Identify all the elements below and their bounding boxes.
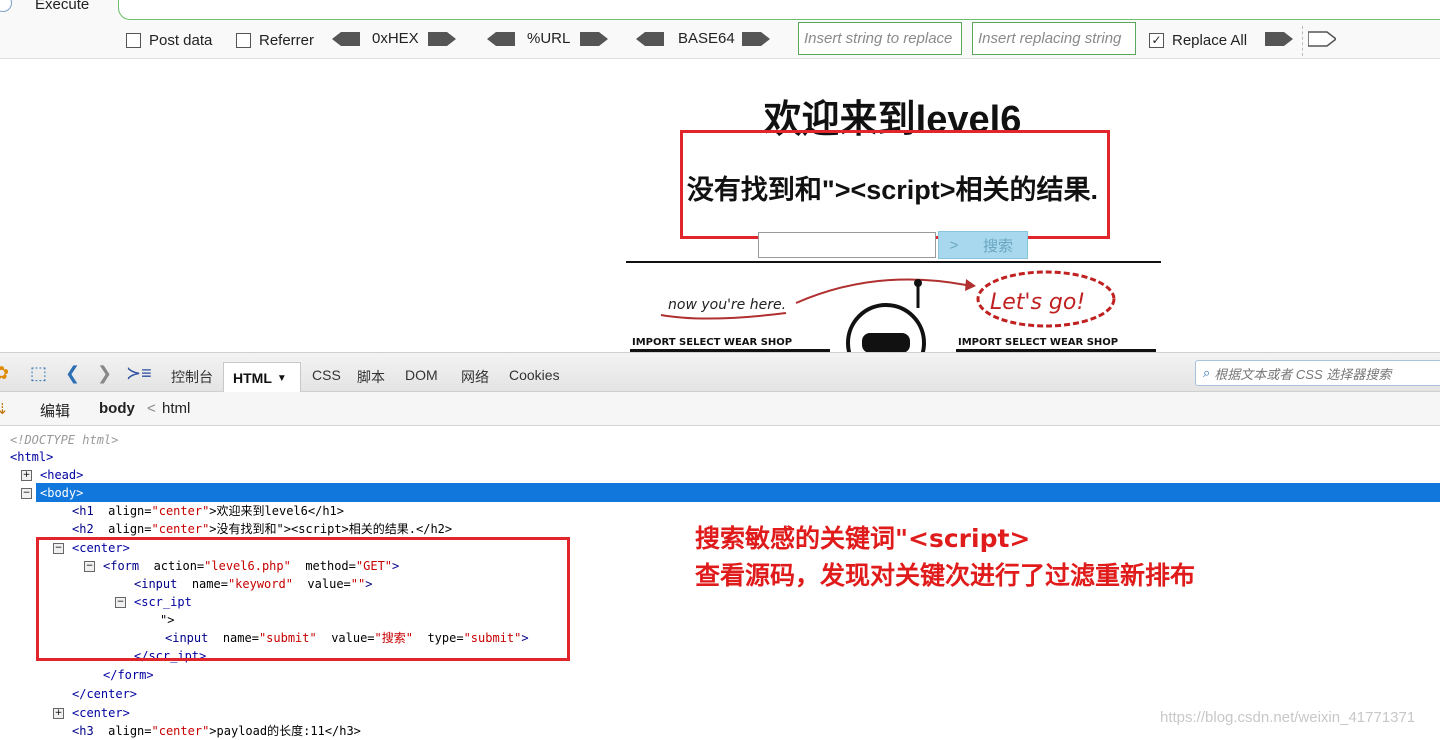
- url-textarea[interactable]: [118, 0, 1440, 20]
- tab-cookies[interactable]: Cookies: [509, 367, 560, 383]
- devtools-tab-bar: ✿ ⬚ ❮ ❯ ≻≡ 控制台 HTML ▼ CSS 脚本 DOM 网络 Cook…: [0, 352, 1440, 393]
- checkbox-icon[interactable]: [236, 32, 251, 48]
- command-line-icon[interactable]: ≻≡: [126, 363, 152, 384]
- attr-name: align=: [108, 724, 152, 738]
- referrer-checkbox[interactable]: Referrer: [236, 30, 314, 50]
- center-close-node[interactable]: </center>: [72, 685, 137, 703]
- banner-lets-go-text: Let's go!: [990, 290, 1085, 315]
- node-text: >欢迎来到level6</h1>: [209, 504, 344, 518]
- highlight-box-source: [36, 537, 570, 661]
- selected-node-highlight: [36, 483, 1440, 502]
- tag-name: <h2: [72, 522, 94, 536]
- checkbox-icon[interactable]: [126, 32, 141, 48]
- replace-all-label: Replace All: [1172, 31, 1248, 49]
- attr-value: "center": [151, 522, 210, 536]
- attr-name: align=: [108, 522, 152, 536]
- tab-network[interactable]: 网络: [461, 367, 489, 387]
- referrer-label: Referrer: [259, 31, 315, 49]
- banner-now-text: now you're here.: [668, 297, 786, 313]
- breadcrumb-bar: ⇣ 编辑 body < html: [0, 392, 1440, 426]
- attr-value: "center": [151, 504, 210, 518]
- breadcrumb-html[interactable]: html: [162, 400, 190, 417]
- toolbar-separator: [1302, 26, 1303, 56]
- highlight-box-result: [680, 130, 1110, 239]
- center-node-2[interactable]: <center>: [72, 704, 130, 722]
- url-label: %URL: [527, 30, 571, 47]
- search-placeholder: 根据文本或者 CSS 选择器搜索: [1214, 366, 1392, 382]
- expand-plus-icon[interactable]: +: [21, 470, 32, 481]
- search-icon: ⌕: [1203, 365, 1211, 380]
- breadcrumb-body[interactable]: body: [99, 400, 135, 417]
- tab-css[interactable]: CSS: [312, 367, 341, 383]
- hex-encode-arrow-icon[interactable]: [428, 31, 456, 47]
- head-node[interactable]: <head>: [40, 466, 83, 484]
- post-data-label: Post data: [149, 31, 213, 49]
- post-data-checkbox[interactable]: Post data: [126, 30, 212, 50]
- tab-html-label: HTML: [233, 370, 272, 386]
- h2-node[interactable]: <h2 align="center">没有找到和"><script>相关的结果.…: [72, 520, 452, 538]
- collapse-minus-icon[interactable]: −: [21, 488, 32, 499]
- banner-shop-right: IMPORT SELECT WEAR SHOP: [958, 337, 1118, 348]
- checkbox-checked-icon[interactable]: ✓: [1149, 32, 1164, 48]
- attr-value: "center": [151, 724, 210, 738]
- back-icon[interactable]: ❮: [65, 363, 80, 384]
- tab-console[interactable]: 控制台: [171, 367, 213, 387]
- banner-illustration: now you're here. Let's go! IMPORT SELECT…: [630, 270, 1156, 355]
- banner-shop-left: IMPORT SELECT WEAR SHOP: [632, 337, 792, 348]
- search-submit-button[interactable]: > 搜索: [938, 231, 1028, 259]
- tag-name: <h3: [72, 724, 94, 738]
- watermark: https://blog.csdn.net/weixin_41771371: [1160, 709, 1416, 726]
- base64-label: BASE64: [678, 30, 735, 47]
- html-node[interactable]: <html>: [10, 448, 53, 466]
- dom-tree-panel: <!DOCTYPE html> <html> + <head> − <body>…: [0, 426, 1440, 740]
- replace-run-arrow-icon[interactable]: [1308, 31, 1336, 47]
- replace-string-input[interactable]: Insert string to replace: [798, 22, 962, 55]
- tab-html[interactable]: HTML ▼: [223, 362, 301, 393]
- tag-name: <h1: [72, 504, 94, 518]
- h1-node[interactable]: <h1 align="center">欢迎来到level6</h1>: [72, 502, 344, 520]
- execute-button[interactable]: Execute: [35, 0, 89, 13]
- replacing-string-input[interactable]: Insert replacing string: [972, 22, 1136, 55]
- doctype-node: <!DOCTYPE html>: [10, 433, 119, 447]
- url-decode-arrow-icon[interactable]: [487, 31, 515, 47]
- submit-arrow-text: >: [949, 236, 959, 254]
- base64-decode-arrow-icon[interactable]: [636, 31, 664, 47]
- replace-all-checkbox[interactable]: ✓ Replace All: [1149, 30, 1247, 50]
- annotation-line-2: 查看源码，发现对关键次进行了过滤重新排布: [695, 561, 1196, 590]
- tab-script[interactable]: 脚本: [357, 367, 385, 387]
- attr-name: align=: [108, 504, 152, 518]
- tab-dom[interactable]: DOM: [405, 367, 438, 383]
- edit-button[interactable]: 编辑: [40, 400, 70, 421]
- submit-label: 搜索: [982, 237, 1013, 255]
- annotation-line-1: 搜索敏感的关键词"<script>: [695, 524, 1031, 553]
- h3-node[interactable]: <h3 align="center">payload的长度:11</h3>: [72, 722, 361, 740]
- edit-arrow-icon[interactable]: ⇣: [0, 400, 9, 418]
- hex-decode-arrow-icon[interactable]: [332, 31, 360, 47]
- base64-encode-arrow-icon[interactable]: [742, 31, 770, 47]
- form-close-node[interactable]: </form>: [103, 666, 154, 684]
- firebug-icon[interactable]: ✿: [0, 363, 9, 384]
- replace-arrow-icon[interactable]: [1265, 31, 1293, 47]
- expand-plus-icon[interactable]: +: [53, 708, 64, 719]
- forward-icon[interactable]: ❯: [97, 363, 112, 384]
- devtools-search-input[interactable]: ⌕ 根据文本或者 CSS 选择器搜索: [1195, 360, 1440, 386]
- node-text: >payload的长度:11</h3>: [209, 724, 361, 738]
- execute-icon[interactable]: [0, 0, 12, 12]
- chevron-down-icon[interactable]: ▼: [277, 373, 287, 384]
- hex-label: 0xHEX: [372, 30, 419, 47]
- body-node[interactable]: <body>: [40, 484, 83, 502]
- url-encode-arrow-icon[interactable]: [580, 31, 608, 47]
- node-text: >没有找到和"><script>相关的结果.</h2>: [209, 522, 453, 536]
- keyword-input[interactable]: [758, 232, 936, 258]
- hackbar-toolbar: Execute Post data Referrer 0xHEX %URL BA…: [0, 0, 1440, 59]
- breadcrumb-separator: <: [147, 400, 156, 417]
- level-banner-image: now you're here. Let's go! IMPORT SELECT…: [626, 261, 1161, 355]
- inspect-element-icon[interactable]: ⬚: [30, 363, 47, 384]
